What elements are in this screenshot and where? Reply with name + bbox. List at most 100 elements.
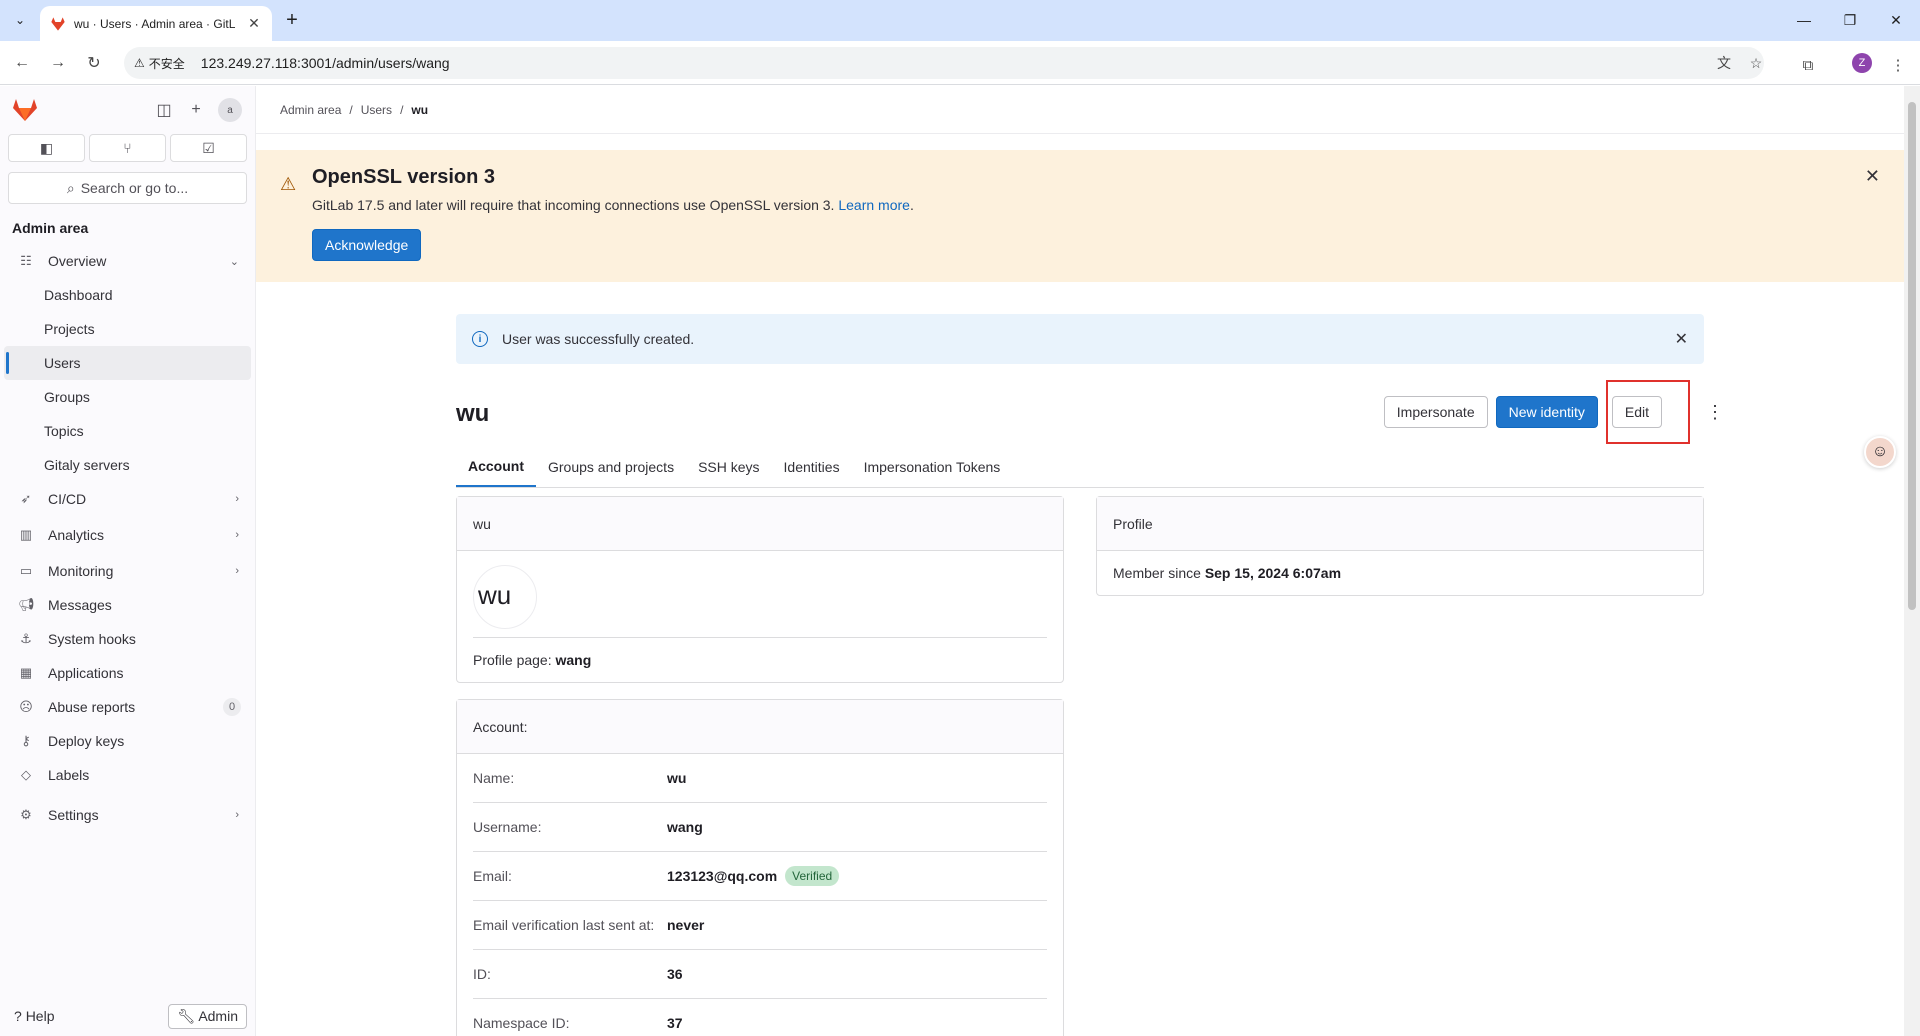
gear-icon: ⚙ xyxy=(20,807,32,822)
verified-badge: Verified xyxy=(785,866,840,886)
chart-icon: ▥ xyxy=(19,527,33,542)
sidebar-item-settings[interactable]: ⚙ Settings › xyxy=(4,798,251,832)
sidebar-item-messages[interactable]: 📢︎ Messages xyxy=(4,588,251,622)
tab-groups-and-projects[interactable]: Groups and projects xyxy=(536,446,686,487)
warning-icon: ⚠ xyxy=(134,56,145,70)
close-window-icon[interactable]: ✕ xyxy=(1874,6,1918,34)
profile-page-link[interactable]: wang xyxy=(556,652,592,668)
extensions-icon[interactable]: ⧉ xyxy=(1798,55,1818,75)
user-card-header: wu xyxy=(457,497,1063,551)
account-card: Account: Name: wu Username: wang Email: xyxy=(456,699,1064,1036)
search-icon: ⌕ xyxy=(66,179,75,196)
profile-card-header: Profile xyxy=(1097,497,1703,551)
sidebar-item-system-hooks[interactable]: ⚓︎ System hooks xyxy=(4,622,251,656)
omnibox[interactable]: ⚠ 不安全 123.249.27.118:3001/admin/users/wan… xyxy=(124,47,1764,79)
minimize-icon[interactable]: — xyxy=(1782,6,1826,34)
key-icon: ⚷ xyxy=(21,733,31,748)
scrollbar-thumb[interactable] xyxy=(1908,102,1916,610)
browser-menu-icon[interactable]: ⋮ xyxy=(1888,55,1908,75)
impersonate-button[interactable]: Impersonate xyxy=(1383,396,1488,428)
sidebar-item-groups[interactable]: Groups xyxy=(4,380,251,414)
wrench-icon: 🔧︎ xyxy=(177,1007,196,1024)
sidebar-item-applications[interactable]: ▦ Applications xyxy=(4,656,251,690)
tab-account[interactable]: Account xyxy=(456,446,536,487)
user-avatar[interactable]: a xyxy=(218,98,242,122)
merge-requests-icon[interactable]: ⑂ xyxy=(89,134,166,162)
sidebar-item-projects[interactable]: Projects xyxy=(4,312,251,346)
edit-highlight: Edit xyxy=(1605,380,1690,444)
help-icon: ? xyxy=(14,1008,22,1024)
create-new-icon[interactable]: + xyxy=(186,100,206,120)
new-identity-button[interactable]: New identity xyxy=(1495,396,1598,428)
warning-icon: ⚠ xyxy=(280,174,297,194)
account-row-name: Name: wu xyxy=(473,754,1047,803)
sidebar-item-overview[interactable]: ☷ Overview ⌄ xyxy=(4,244,251,278)
account-row-email-verification: Email verification last sent at: never xyxy=(473,901,1047,950)
translate-icon[interactable]: ⽂ xyxy=(1714,53,1734,73)
grid-icon: ▦ xyxy=(19,665,33,680)
sidebar-item-labels[interactable]: ◇ Labels xyxy=(4,758,251,792)
search-input[interactable]: ⌕ Search or go to... xyxy=(8,172,247,204)
security-indicator[interactable]: ⚠ 不安全 xyxy=(134,55,185,72)
account-row-email: Email: 123123@qq.com Verified xyxy=(473,852,1047,901)
edit-button[interactable]: Edit xyxy=(1611,396,1662,428)
new-tab-icon[interactable]: + xyxy=(280,8,304,32)
profile-card: Profile Member since Sep 15, 2024 6:07am xyxy=(1096,496,1704,596)
browser-profile-avatar[interactable]: Z xyxy=(1852,53,1872,73)
learn-more-link[interactable]: Learn more xyxy=(838,197,910,213)
more-actions-icon[interactable]: ⋮ xyxy=(1706,402,1724,423)
account-row-username: Username: wang xyxy=(473,803,1047,852)
tab-search-icon[interactable]: ⌄ xyxy=(8,8,32,32)
sidebar-toggle-icon[interactable]: ◫ xyxy=(154,100,174,120)
success-alert: i User was successfully created. ✕ xyxy=(456,314,1704,364)
user-content: i User was successfully created. ✕ wu Im… xyxy=(456,314,1724,1036)
chevron-right-icon: › xyxy=(235,565,239,577)
sidebar-item-deploy-keys[interactable]: ⚷ Deploy keys xyxy=(4,724,251,758)
restore-icon[interactable]: ❐ xyxy=(1828,6,1872,34)
browser-tab-bar: ⌄ wu · Users · Admin area · GitL ✕ + — ❐… xyxy=(0,0,1920,41)
close-icon[interactable]: ✕ xyxy=(1865,166,1880,187)
rocket-icon: ➶ xyxy=(20,491,32,506)
admin-button[interactable]: 🔧︎ Admin xyxy=(168,1003,247,1029)
label-icon: ◇ xyxy=(21,767,31,782)
reload-icon[interactable]: ↻ xyxy=(80,49,108,77)
sidebar-item-analytics[interactable]: ▥ Analytics › xyxy=(4,518,251,552)
tab-close-icon[interactable]: ✕ xyxy=(246,15,262,32)
breadcrumb: Admin area / Users / wu xyxy=(256,86,1904,134)
tab-identities[interactable]: Identities xyxy=(772,446,852,487)
avatar: wu xyxy=(473,565,537,629)
acknowledge-button[interactable]: Acknowledge xyxy=(312,229,422,261)
breadcrumb-users[interactable]: Users xyxy=(361,103,392,117)
close-icon[interactable]: ✕ xyxy=(1675,329,1688,349)
breadcrumb-admin-area[interactable]: Admin area xyxy=(280,103,341,117)
chevron-right-icon: › xyxy=(235,493,239,505)
overview-icon: ☷ xyxy=(20,253,32,268)
monitor-icon: ▭ xyxy=(19,563,33,578)
page-scrollbar[interactable] xyxy=(1904,86,1920,1036)
sidebar-item-dashboard[interactable]: Dashboard xyxy=(4,278,251,312)
breadcrumb-current[interactable]: wu xyxy=(411,103,428,117)
gitlab-logo-icon[interactable] xyxy=(12,98,38,122)
account-card-header: Account: xyxy=(457,700,1063,754)
tab-ssh-keys[interactable]: SSH keys xyxy=(686,446,771,487)
sidebar-item-cicd[interactable]: ➶ CI/CD › xyxy=(4,482,251,516)
todo-icon[interactable]: ☑ xyxy=(170,134,247,162)
sidebar-item-users[interactable]: Users xyxy=(4,346,251,380)
back-icon[interactable]: ← xyxy=(8,49,36,77)
sidebar-item-monitoring[interactable]: ▭ Monitoring › xyxy=(4,554,251,588)
openssl-banner: ⚠ OpenSSL version 3 GitLab 17.5 and late… xyxy=(256,150,1904,282)
sidebar-item-abuse-reports[interactable]: ☹ Abuse reports 0 xyxy=(4,690,251,724)
account-row-namespace-id: Namespace ID: 37 xyxy=(473,999,1047,1036)
bookmark-star-icon[interactable]: ☆ xyxy=(1746,53,1766,73)
browser-tab[interactable]: wu · Users · Admin area · GitL ✕ xyxy=(40,6,272,41)
issues-icon[interactable]: ◧ xyxy=(8,134,85,162)
sidebar-item-topics[interactable]: Topics xyxy=(4,414,251,448)
help-button[interactable]: ? Help xyxy=(14,1008,54,1024)
chevron-down-icon: ⌄ xyxy=(229,255,239,268)
chevron-right-icon: › xyxy=(235,529,239,541)
forward-icon[interactable]: → xyxy=(44,49,72,77)
assistant-avatar-icon[interactable]: ☺ xyxy=(1864,436,1896,468)
sidebar-item-gitaly-servers[interactable]: Gitaly servers xyxy=(4,448,251,482)
tab-impersonation-tokens[interactable]: Impersonation Tokens xyxy=(852,446,1013,487)
email-link[interactable]: 123123@qq.com xyxy=(667,866,777,886)
